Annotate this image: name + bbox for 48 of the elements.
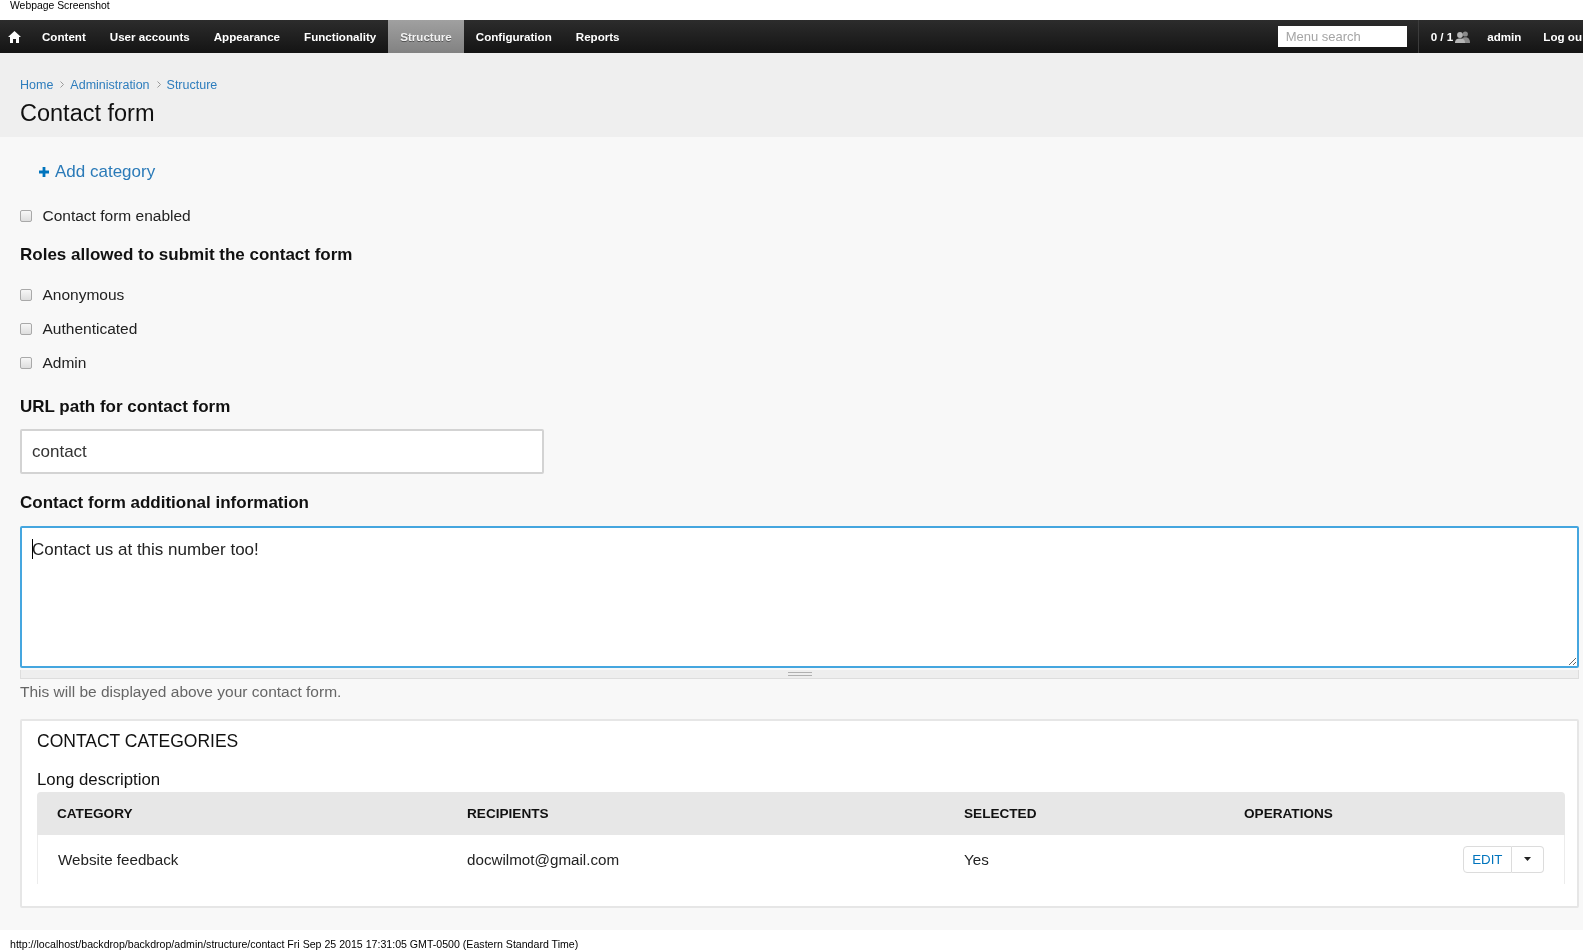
- field-label: Contact form additional information: [20, 492, 309, 515]
- username-link[interactable]: admin: [1487, 20, 1522, 53]
- field-label: URL path for contact form: [20, 395, 231, 418]
- column-header: SELECTED: [944, 791, 1224, 835]
- checkbox[interactable]: [20, 322, 32, 335]
- panel-title: CONTACT CATEGORIES: [37, 729, 239, 752]
- toolbar-menu-item[interactable]: Content: [30, 20, 98, 53]
- menu-search-field[interactable]: Menu search: [1277, 26, 1407, 47]
- section-heading: Roles allowed to submit the contact form: [20, 244, 353, 266]
- online-users-link[interactable]: 0 / 1: [1418, 20, 1471, 53]
- home-icon: [8, 30, 21, 43]
- chevron-icon: [156, 81, 161, 88]
- edit-button[interactable]: EDIT: [1462, 845, 1512, 873]
- breadcrumb-link[interactable]: Structure: [166, 76, 218, 93]
- users-icon: [1455, 30, 1471, 43]
- column-header: OPERATIONS: [1224, 791, 1565, 835]
- grip-icon: [787, 671, 812, 676]
- page-title: Contact form: [20, 99, 155, 127]
- caret-icon: [1524, 857, 1531, 862]
- checkbox[interactable]: [20, 210, 32, 222]
- toolbar-menu-item[interactable]: User accounts: [97, 20, 202, 53]
- additional-information-field[interactable]: Contact us at this number too!: [20, 525, 1579, 668]
- url-path-field[interactable]: contact: [20, 429, 544, 475]
- toolbar-menu-item[interactable]: Appearance: [201, 20, 293, 53]
- panel-description: Long description: [37, 768, 161, 791]
- resize-bar[interactable]: [20, 669, 1579, 679]
- toolbar-menu-item[interactable]: Functionality: [292, 20, 389, 53]
- breadcrumb-link[interactable]: Home: [20, 76, 54, 93]
- column-header: CATEGORY: [37, 791, 447, 835]
- text-cursor: [32, 538, 33, 559]
- logout-link[interactable]: Log ou: [1543, 20, 1583, 53]
- checkbox-label: Contact form enabled: [42, 206, 191, 226]
- dropdown-toggle-button[interactable]: [1512, 845, 1544, 873]
- add-category-link[interactable]: Add category: [39, 161, 156, 183]
- toolbar-menu-item[interactable]: Reports: [563, 20, 632, 53]
- checkbox-label: Anonymous: [42, 284, 125, 305]
- chevron-icon: [60, 81, 65, 88]
- checkbox-label: Admin: [42, 352, 87, 373]
- field-description: This will be displayed above your contact form.: [20, 682, 342, 703]
- checkbox-label: Authenticated: [42, 318, 138, 339]
- checkbox[interactable]: [20, 356, 32, 369]
- toolbar-menu-item[interactable]: Configuration: [463, 20, 564, 53]
- status-bar-text: http://localhost/backdrop/backdrop/admin/structure/contact Fri Sep 25 2015 17:31:05 GMT-0500 (Eastern Standard Time): [10, 939, 579, 950]
- screenshot-caption: Webpage Screenshot: [10, 0, 110, 11]
- column-header: RECIPIENTS: [447, 791, 944, 835]
- plus-icon: [39, 167, 49, 177]
- checkbox[interactable]: [20, 288, 32, 301]
- breadcrumb-link[interactable]: Administration: [70, 76, 150, 93]
